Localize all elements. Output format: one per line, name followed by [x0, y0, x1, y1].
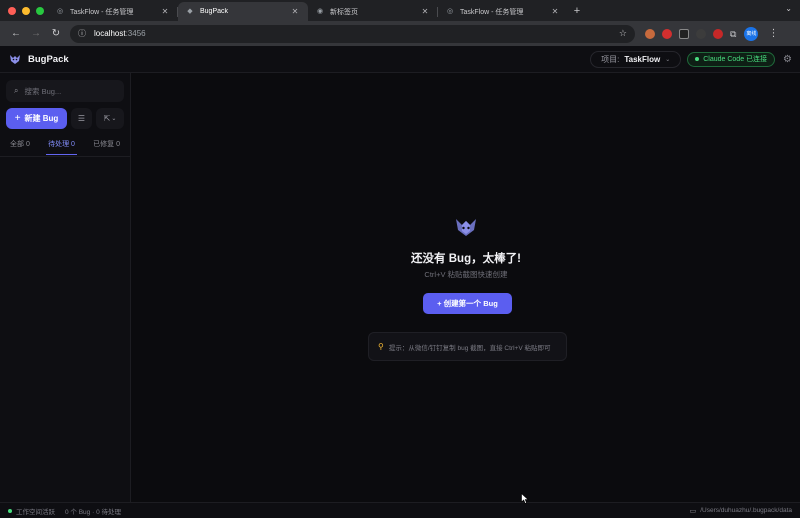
window-controls — [0, 7, 48, 21]
tip-box: ⚲ 提示：从微信/钉钉复制 bug 截图，直接 Ctrl+V 粘贴即可 — [368, 332, 567, 361]
new-bug-button[interactable]: + 新建 Bug — [6, 108, 67, 129]
globe-icon: ◎ — [56, 7, 64, 15]
chrome-icon: ◉ — [316, 7, 324, 15]
status-filter-tabs: 全部 0 待处理 0 已修复 0 — [6, 139, 124, 155]
url-port: :3456 — [125, 29, 146, 38]
plus-icon: + — [14, 113, 21, 124]
close-tab-icon[interactable]: ✕ — [160, 7, 170, 16]
bugpack-favicon-icon: ◆ — [187, 7, 193, 15]
browser-tab-4[interactable]: ◎ TaskFlow - 任务管理 ✕ — [438, 2, 568, 21]
browser-menu-icon[interactable]: ⋮ — [768, 28, 778, 39]
site-info-icon[interactable]: ⓘ — [78, 28, 88, 39]
tab-title: TaskFlow - 任务管理 — [70, 8, 134, 16]
app-header: BugPack 项目: TaskFlow ⌄ Claude Code 已连接 ⚙ — [0, 46, 800, 73]
back-arrow-icon[interactable]: ← — [6, 28, 26, 39]
export-icon: ⇱ — [103, 114, 111, 123]
batch-select-button[interactable]: ☰ — [71, 108, 92, 129]
create-first-bug-button[interactable]: + 创建第一个 Bug — [423, 293, 512, 314]
connection-status-badge: Claude Code 已连接 — [687, 51, 776, 67]
minimize-window-button[interactable] — [22, 7, 30, 15]
browser-tab-3[interactable]: ◉ 新标签页 ✕ — [308, 2, 438, 21]
checklist-icon: ☰ — [77, 114, 86, 123]
status-dot-icon — [695, 57, 700, 61]
zoom-window-button[interactable] — [36, 7, 44, 15]
empty-state-title: 还没有 Bug，太棒了! — [411, 253, 521, 265]
browser-tab-2[interactable]: ◆ BugPack ✕ — [178, 2, 308, 21]
extension-5-icon[interactable] — [713, 28, 723, 39]
folder-icon: ▭ — [689, 507, 697, 515]
search-placeholder: 搜索 Bug... — [24, 86, 62, 96]
extensions-area: ⧉ — [645, 28, 736, 39]
bookmark-star-icon[interactable]: ☆ — [619, 28, 627, 39]
project-label: 项目: — [601, 54, 620, 64]
extension-4-icon[interactable] — [696, 28, 706, 39]
extension-2-icon[interactable] — [662, 28, 672, 39]
mouse-cursor-icon — [521, 493, 529, 504]
tip-text: 提示：从微信/钉钉复制 bug 截图，直接 Ctrl+V 粘贴即可 — [388, 344, 551, 352]
gear-icon[interactable]: ⚙ — [783, 54, 792, 65]
url-host: localhost — [94, 29, 126, 38]
project-name: TaskFlow — [624, 54, 661, 64]
export-button[interactable]: ⇱ ⌄ — [96, 108, 124, 129]
app-brand: BugPack — [28, 53, 69, 65]
bug-mascot-icon — [456, 219, 476, 236]
tab-search-icon[interactable]: ⌄ — [785, 4, 792, 13]
workspace-status-dot-icon — [8, 508, 12, 513]
data-path: ▭ /Users/duhuazhu/.bugpack/data — [690, 507, 792, 515]
workspace-status: 工作空间活跃 — [16, 508, 55, 516]
extension-1-icon[interactable] — [645, 28, 655, 39]
profile-avatar[interactable]: 离线 — [744, 26, 759, 41]
browser-tab-1[interactable]: ◎ TaskFlow - 任务管理 ✕ — [48, 2, 178, 21]
divider — [0, 156, 131, 157]
bugpack-logo-icon — [10, 55, 20, 64]
sidebar: ⌕ 搜索 Bug... + 新建 Bug ☰ ⇱ ⌄ 全部 0 待处理 0 已修… — [0, 73, 131, 502]
status-bar: 工作空间活跃 0 个 Bug · 0 待处理 ▭ /Users/duhuazhu… — [0, 502, 800, 518]
puzzle-icon[interactable]: ⧉ — [730, 29, 736, 39]
chevron-down-icon: ⌄ — [111, 116, 117, 122]
address-bar[interactable]: ⓘ localhost :3456 ☆ — [70, 24, 635, 43]
tab-title: TaskFlow - 任务管理 — [460, 8, 524, 16]
search-input[interactable]: ⌕ 搜索 Bug... — [6, 80, 124, 102]
search-icon: ⌕ — [14, 86, 19, 95]
extension-3-icon[interactable] — [679, 28, 689, 39]
project-selector[interactable]: 项目: TaskFlow ⌄ — [590, 50, 682, 68]
data-path-text: /Users/duhuazhu/.bugpack/data — [700, 507, 792, 514]
new-bug-label: 新建 Bug — [24, 114, 59, 123]
tab-title: 新标签页 — [330, 8, 358, 16]
filter-tab-all[interactable]: 全部 0 — [6, 139, 34, 153]
reload-icon[interactable]: ↻ — [46, 28, 66, 39]
filter-tab-pending[interactable]: 待处理 0 — [44, 139, 79, 155]
close-window-button[interactable] — [8, 7, 16, 15]
new-tab-button[interactable]: + — [568, 5, 586, 21]
close-tab-icon[interactable]: ✕ — [290, 7, 300, 16]
tab-title: BugPack — [200, 8, 229, 15]
filter-tab-fixed[interactable]: 已修复 0 — [89, 139, 124, 153]
empty-state-subtitle: Ctrl+V 粘贴截图快速创建 — [424, 270, 508, 279]
chevron-down-icon: ⌄ — [665, 56, 671, 63]
lightbulb-icon: ⚲ — [378, 342, 384, 351]
browser-tabstrip: ◎ TaskFlow - 任务管理 ✕ ◆ BugPack ✕ ◉ 新标签页 ✕… — [0, 0, 800, 21]
forward-arrow-icon[interactable]: → — [26, 28, 46, 39]
browser-toolbar: ← → ↻ ⓘ localhost :3456 ☆ ⧉ 离线 ⋮ — [0, 21, 800, 46]
close-tab-icon[interactable]: ✕ — [550, 7, 560, 16]
globe-icon: ◎ — [446, 7, 454, 15]
main-content: 还没有 Bug，太棒了! Ctrl+V 粘贴截图快速创建 + 创建第一个 Bug… — [132, 73, 800, 502]
close-tab-icon[interactable]: ✕ — [420, 7, 430, 16]
bug-count-summary: 0 个 Bug · 0 待处理 — [65, 508, 121, 516]
connection-status-text: Claude Code 已连接 — [703, 56, 768, 63]
